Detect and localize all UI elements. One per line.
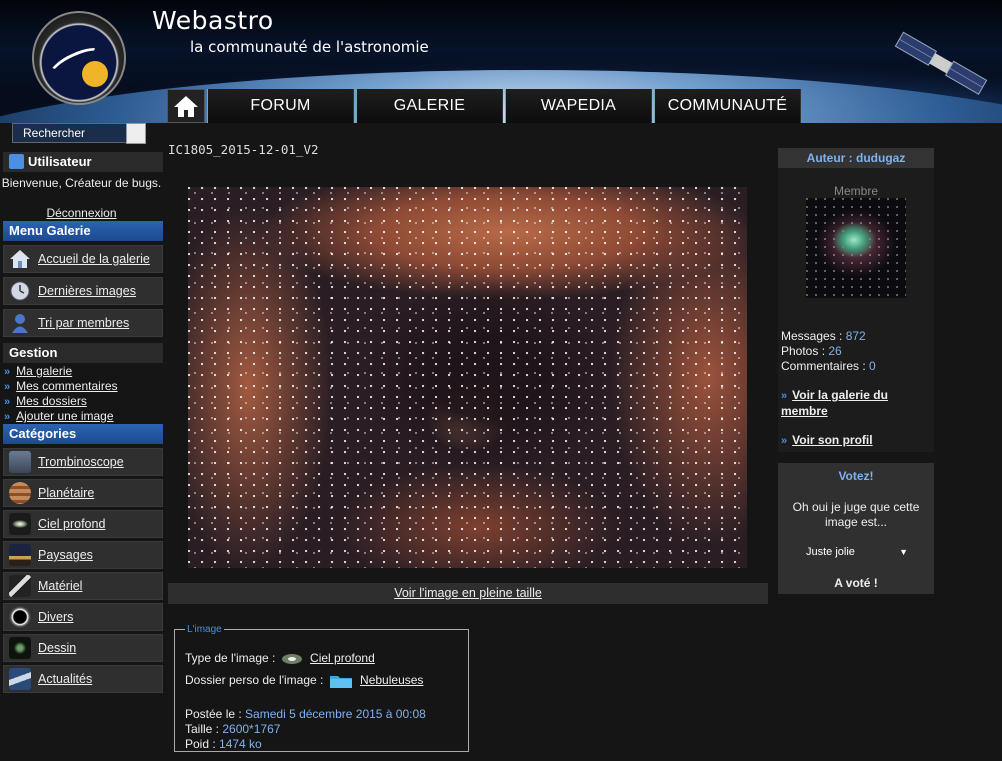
rocket-launch-icon xyxy=(9,668,31,690)
vote-panel: Votez! Oh oui je juge que cette image es… xyxy=(778,463,934,594)
category-ciel-profond[interactable]: Ciel profond xyxy=(3,510,163,538)
nav-wapedia[interactable]: WAPEDIA xyxy=(505,89,652,123)
size-row: Taille : 2600*1767 xyxy=(185,722,281,736)
full-size-link[interactable]: Voir l'image en pleine taille xyxy=(394,586,542,600)
gestion-my-comments[interactable]: » Mes commentaires xyxy=(4,379,118,393)
menu-gallery-home[interactable]: Accueil de la galerie xyxy=(3,245,163,273)
category-actualites[interactable]: Actualités xyxy=(3,665,163,693)
gallery-image[interactable] xyxy=(188,187,747,568)
posted-row: Postée le : Samedi 5 décembre 2015 à 00:… xyxy=(185,707,426,721)
nav-communaute[interactable]: COMMUNAUTÉ xyxy=(654,89,801,123)
comments-stat: Commentaires : 0 xyxy=(781,359,876,373)
menu-gallery-home-link[interactable]: Accueil de la galerie xyxy=(38,252,150,266)
member-gallery-link[interactable]: » Voir la galerie du membre xyxy=(781,388,931,419)
eclipse-icon xyxy=(9,606,31,628)
nav-galerie[interactable]: GALERIE xyxy=(356,89,503,123)
categories-heading: Catégories xyxy=(3,424,163,444)
galaxy-icon xyxy=(281,653,302,664)
image-folder-row: Dossier perso de l'image : Nebuleuses xyxy=(185,673,424,688)
image-info-legend: L'image xyxy=(187,624,222,635)
full-size-bar: Voir l'image en pleine taille xyxy=(168,583,768,604)
logout-link[interactable]: Déconnexion xyxy=(46,206,116,220)
trombinoscope-icon xyxy=(9,451,31,473)
member-icon xyxy=(12,314,28,333)
jupiter-icon xyxy=(9,482,31,504)
gestion-my-folders[interactable]: » Mes dossiers xyxy=(4,394,87,408)
double-chevron-icon: » xyxy=(4,366,11,378)
author-role: Membre xyxy=(833,184,878,198)
main-nav: FORUM GALERIE WAPEDIA COMMUNAUTÉ xyxy=(167,89,801,123)
gallery-menu-heading: Menu Galerie xyxy=(3,221,163,241)
menu-latest-images[interactable]: Dernières images xyxy=(3,277,163,305)
gestion-heading: Gestion xyxy=(3,343,163,363)
gestion-my-gallery[interactable]: » Ma galerie xyxy=(4,364,72,378)
house-icon xyxy=(10,250,30,268)
site-subtitle: la communauté de l'astronomie xyxy=(190,38,429,56)
weight-row: Poid : 1474 ko xyxy=(185,737,262,751)
category-trombinoscope[interactable]: Trombinoscope xyxy=(3,448,163,476)
user-icon xyxy=(9,154,24,169)
category-divers[interactable]: Divers xyxy=(3,603,163,631)
double-chevron-icon: » xyxy=(4,396,11,408)
menu-latest-images-link[interactable]: Dernières images xyxy=(38,284,136,298)
nav-forum[interactable]: FORUM xyxy=(207,89,354,123)
landscape-icon xyxy=(9,544,31,566)
search-button[interactable] xyxy=(126,123,146,144)
vote-select[interactable]: Juste jolie ▼ xyxy=(796,543,914,561)
home-icon xyxy=(174,96,198,117)
galaxy-icon xyxy=(9,513,31,535)
double-chevron-icon: » xyxy=(781,390,788,402)
category-paysages[interactable]: Paysages xyxy=(3,541,163,569)
member-profile-link[interactable]: » Voir son profil xyxy=(781,433,931,449)
image-folder-link[interactable]: Nebuleuses xyxy=(360,673,423,687)
drawing-icon xyxy=(9,637,31,659)
messages-stat: Messages : 872 xyxy=(781,329,866,343)
welcome-text: Bienvenue, Créateur de bugs. xyxy=(1,176,162,190)
category-materiel[interactable]: Matériel xyxy=(3,572,163,600)
author-avatar[interactable] xyxy=(806,198,906,298)
nav-home-button[interactable] xyxy=(167,89,205,123)
site-header: Webastro la communauté de l'astronomie F… xyxy=(0,0,1002,123)
telescope-icon xyxy=(9,575,31,597)
site-title: Webastro xyxy=(152,6,274,35)
vote-question: Oh oui je juge que cette image est... xyxy=(792,500,920,529)
voted-status: A voté ! xyxy=(834,576,878,590)
dropdown-arrow-icon: ▼ xyxy=(899,547,908,557)
author-heading: Auteur : dudugaz xyxy=(778,148,934,168)
clock-icon xyxy=(10,281,30,301)
user-heading: Utilisateur xyxy=(3,152,163,172)
category-planetaire[interactable]: Planétaire xyxy=(3,479,163,507)
double-chevron-icon: » xyxy=(4,411,11,423)
image-title: IC1805_2015-12-01_V2 xyxy=(168,142,319,157)
satellite-icon xyxy=(894,31,988,95)
double-chevron-icon: » xyxy=(781,435,788,447)
image-info-box: L'image Type de l'image : Ciel profond D… xyxy=(174,624,469,752)
image-type-link[interactable]: Ciel profond xyxy=(310,651,375,665)
double-chevron-icon: » xyxy=(4,381,11,393)
photos-stat: Photos : 26 xyxy=(781,344,842,358)
image-type-row: Type de l'image : Ciel profond xyxy=(185,651,375,665)
search-label: Recherche​r xyxy=(23,126,86,140)
menu-sort-members-link[interactable]: Tri par membres xyxy=(38,316,129,330)
gestion-add-image[interactable]: » Ajouter une image xyxy=(4,409,114,423)
search-box[interactable]: Recherche​r xyxy=(12,123,146,144)
author-panel: Auteur : dudugaz Membre Messages : 872 P… xyxy=(778,148,934,452)
site-logo[interactable] xyxy=(32,11,126,105)
vote-heading: Votez! xyxy=(838,469,874,483)
category-dessin[interactable]: Dessin xyxy=(3,634,163,662)
folder-icon xyxy=(329,676,352,688)
menu-sort-members[interactable]: Tri par membres xyxy=(3,309,163,337)
